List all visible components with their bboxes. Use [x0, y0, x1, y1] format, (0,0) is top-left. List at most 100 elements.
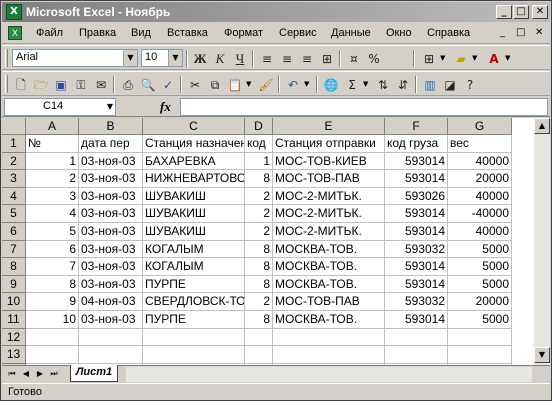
table-cell[interactable]: 7	[26, 258, 79, 276]
last-sheet-icon[interactable]: ⏭	[48, 368, 60, 380]
workbook-icon[interactable]: X	[8, 26, 22, 40]
table-cell[interactable]: 2	[245, 293, 273, 311]
table-cell[interactable]: 6	[26, 240, 79, 259]
column-header[interactable]: C	[143, 118, 245, 135]
function-icon[interactable]: fx	[160, 99, 171, 115]
copy-icon[interactable]: ⧉	[206, 76, 224, 94]
table-cell[interactable]: ШУВАКИШ	[143, 223, 245, 241]
next-sheet-icon[interactable]: ▶	[34, 368, 46, 380]
sort-ascending-icon[interactable]: ⇅	[374, 76, 392, 94]
menu-window[interactable]: Окно	[386, 27, 412, 39]
column-header[interactable]: E	[273, 118, 385, 135]
table-cell[interactable]	[143, 328, 245, 347]
sort-descending-icon[interactable]: ⇵	[394, 76, 412, 94]
currency-icon[interactable]: ¤	[345, 50, 363, 68]
table-cell[interactable]: МОСКВА-ТОВ.	[273, 258, 385, 276]
chevron-down-icon[interactable]: ▼	[168, 50, 182, 66]
table-cell[interactable]: 593014	[385, 258, 448, 276]
header-cell[interactable]: №	[26, 135, 79, 153]
help-icon[interactable]: ?	[461, 76, 479, 94]
table-cell[interactable]: 10	[26, 311, 79, 329]
table-cell[interactable]: МОС-ТОВ-ПАВ	[273, 293, 385, 311]
table-cell[interactable]: ПУРПЕ	[143, 275, 245, 294]
table-cell[interactable]: 8	[245, 311, 273, 329]
table-cell[interactable]	[385, 328, 448, 347]
excel-app-icon[interactable]: X	[6, 4, 22, 20]
table-cell[interactable]	[79, 328, 143, 347]
row-header[interactable]: 2	[2, 152, 26, 171]
table-cell[interactable]: МОС-2-МИТЬК.	[273, 223, 385, 241]
table-cell[interactable]: 03-ноя-03	[79, 152, 143, 171]
table-cell[interactable]: 593014	[385, 275, 448, 294]
table-cell[interactable]: МОС-ТОВ-ПАВ	[273, 170, 385, 188]
table-cell[interactable]: 40000	[448, 187, 512, 206]
font-size-select[interactable]: 10 ▼	[141, 49, 183, 67]
format-painter-icon[interactable]: 🖌	[257, 76, 275, 94]
table-cell[interactable]: 5	[26, 223, 79, 241]
column-header[interactable]: D	[245, 118, 273, 135]
table-cell[interactable]: 40000	[448, 223, 512, 241]
borders-icon[interactable]: ⊞	[420, 50, 438, 68]
table-cell[interactable]: 2	[245, 205, 273, 223]
table-cell[interactable]: 593014	[385, 223, 448, 241]
table-cell[interactable]: СВЕРДЛОВСК-ТОВ	[143, 293, 245, 311]
italic-button[interactable]: К	[211, 50, 229, 68]
table-cell[interactable]	[26, 328, 79, 347]
table-cell[interactable]: 1	[26, 152, 79, 171]
header-cell[interactable]: Станция отправки	[273, 135, 385, 153]
row-header[interactable]: 9	[2, 275, 26, 294]
bold-button[interactable]: Ж	[191, 50, 209, 68]
table-cell[interactable]: 8	[245, 258, 273, 276]
table-cell[interactable]: 2	[245, 187, 273, 206]
menu-view[interactable]: Вид	[131, 27, 151, 39]
table-cell[interactable]: 2	[26, 170, 79, 188]
row-header[interactable]: 4	[2, 187, 26, 206]
spreadsheet-grid[interactable]: ABCDEFG1№дата перСтанция назначениякодСт…	[2, 118, 550, 365]
menu-data[interactable]: Данные	[331, 27, 371, 39]
menu-file[interactable]: Файл	[36, 27, 63, 39]
column-header[interactable]: A	[26, 118, 79, 135]
table-cell[interactable]: 4	[26, 205, 79, 223]
header-cell[interactable]: код	[245, 135, 273, 153]
email-icon[interactable]: ✉	[92, 76, 110, 94]
column-header[interactable]: B	[79, 118, 143, 135]
table-cell[interactable]: НИЖНЕВАРТОВСК	[143, 170, 245, 188]
spelling-icon[interactable]: ✓	[159, 76, 177, 94]
table-cell[interactable]: 593014	[385, 152, 448, 171]
header-cell[interactable]: код груза	[385, 135, 448, 153]
row-header[interactable]: 11	[2, 311, 26, 329]
print-icon[interactable]: ⎙	[119, 76, 137, 94]
align-right-icon[interactable]: ≡	[298, 50, 316, 68]
menu-tools[interactable]: Сервис	[279, 27, 317, 39]
cut-icon[interactable]: ✂	[186, 76, 204, 94]
row-header[interactable]: 1	[2, 135, 26, 153]
autosum-icon[interactable]: Σ	[343, 76, 361, 94]
maximize-button[interactable]: □	[513, 5, 529, 19]
row-header[interactable]: 8	[2, 258, 26, 276]
toolbar-grip[interactable]	[5, 49, 8, 67]
font-color-icon[interactable]: A	[485, 50, 503, 68]
table-cell[interactable]: ШУВАКИШ	[143, 205, 245, 223]
table-cell[interactable]	[26, 346, 79, 364]
table-cell[interactable]: 3	[26, 187, 79, 206]
doc-close-button[interactable]: ✕	[535, 27, 543, 38]
chevron-down-icon[interactable]: ▼	[363, 80, 368, 88]
menu-help[interactable]: Справка	[427, 27, 470, 39]
drawing-icon[interactable]: ◪	[441, 76, 459, 94]
table-cell[interactable]: 40000	[448, 152, 512, 171]
font-name-select[interactable]: Arial ▼	[12, 49, 138, 67]
column-header[interactable]: G	[448, 118, 512, 135]
menu-edit[interactable]: Правка	[79, 27, 116, 39]
table-cell[interactable]: 04-ноя-03	[79, 293, 143, 311]
table-cell[interactable]: 593014	[385, 170, 448, 188]
table-cell[interactable]: МОС-2-МИТЬК.	[273, 205, 385, 223]
open-icon[interactable]: 🗁	[32, 76, 50, 94]
undo-icon[interactable]: ↶	[284, 76, 302, 94]
table-cell[interactable]: МОСКВА-ТОВ.	[273, 311, 385, 329]
chevron-down-icon[interactable]: ▼	[440, 54, 445, 62]
row-header[interactable]: 13	[2, 346, 26, 364]
row-header[interactable]: 7	[2, 240, 26, 259]
menu-insert[interactable]: Вставка	[167, 27, 208, 39]
formula-input[interactable]	[180, 98, 548, 116]
table-cell[interactable]	[143, 346, 245, 364]
